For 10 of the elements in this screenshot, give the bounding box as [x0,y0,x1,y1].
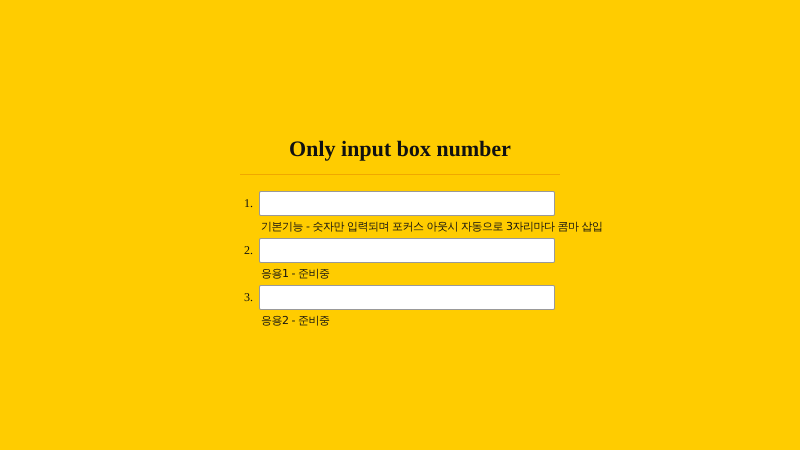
list-number: 1. [243,196,254,211]
input-field[interactable] [259,238,555,263]
field-hint: 응용1 - 준비중 [261,266,330,282]
field-hint: 응용2 - 준비중 [261,313,330,329]
list-number: 3. [243,290,254,305]
input-field[interactable] [259,285,555,310]
input-field[interactable] [259,191,555,216]
list-number: 2. [243,243,254,258]
page-title: Only input box number [288,135,512,163]
field-hint: 기본기능 - 숫자만 입력되며 포커스 아웃시 자동으로 3자리마다 콤마 삽입 [261,219,602,235]
